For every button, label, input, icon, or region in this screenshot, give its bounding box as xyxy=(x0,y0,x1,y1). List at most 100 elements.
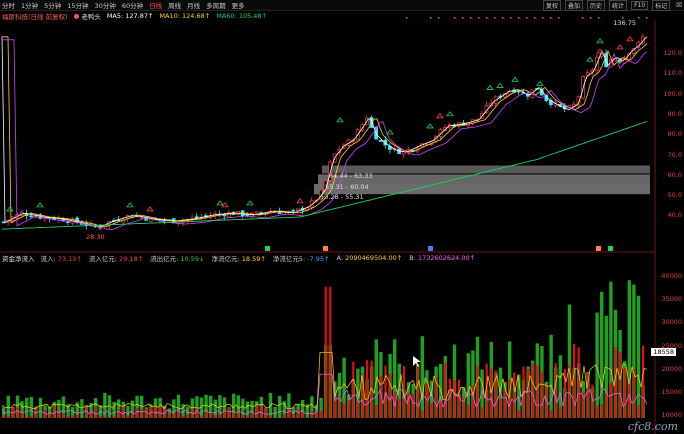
inflow-bar xyxy=(117,409,120,418)
inflow-bar xyxy=(2,415,5,418)
signal-dot xyxy=(582,17,584,19)
inflow-bar xyxy=(375,404,378,418)
indicator-field-0: 流入: 73.13↑ xyxy=(41,253,82,263)
buy-signal-icon xyxy=(426,123,434,129)
inflow-bar xyxy=(283,414,286,418)
inflow-bar xyxy=(453,380,456,418)
indicator-field-4: 净流亿元5: -7.95↑ xyxy=(273,253,330,263)
zone-label-2: 55.31 - 60.04 xyxy=(325,183,369,191)
volume-tick: 20000 xyxy=(661,364,682,373)
event-marker-icon xyxy=(608,246,613,251)
inflow-bar xyxy=(186,414,189,418)
indicator-field-key: 流入: xyxy=(40,255,56,263)
indicator-field-5: A: 2090469504.00↑ xyxy=(336,254,402,262)
outflow-bar xyxy=(38,397,43,418)
inflow-bar xyxy=(292,413,295,418)
inflow-bar xyxy=(71,415,74,418)
volume-tick: 10000 xyxy=(661,411,682,420)
event-marker-icon xyxy=(428,246,433,251)
signal-dot xyxy=(558,17,560,19)
signal-dot xyxy=(454,17,456,19)
inflow-bar xyxy=(90,412,93,418)
inflow-bar xyxy=(228,408,231,418)
price-tick: 70.0 xyxy=(667,150,682,159)
inflow-bar xyxy=(7,416,10,418)
high-price-label: 136.75 xyxy=(613,19,636,27)
inflow-bar xyxy=(389,373,392,418)
inflow-bar xyxy=(209,412,212,418)
inflow-bar xyxy=(94,406,97,418)
inflow-bar xyxy=(481,407,484,418)
inflow-bar xyxy=(241,414,244,418)
inflow-bar xyxy=(536,365,539,418)
inflow-bar xyxy=(264,407,267,418)
inflow-bar xyxy=(218,414,221,418)
inflow-bar xyxy=(499,398,502,418)
signal-dot xyxy=(646,17,648,19)
buy-signal-icon xyxy=(486,84,494,90)
inflow-bar xyxy=(504,388,507,418)
candle-body xyxy=(378,140,383,142)
inflow-bar xyxy=(251,412,254,418)
inflow-bar xyxy=(623,368,626,418)
inflow-bar xyxy=(126,415,129,418)
price-tick: 40.0 xyxy=(667,211,682,220)
indicator-field-key: 净流亿元5: xyxy=(272,255,306,263)
indicator-field-value: 1732602624.00↑ xyxy=(415,254,476,262)
buy-signal-icon xyxy=(216,200,224,206)
price-tick: 60.0 xyxy=(667,170,682,179)
signal-dot xyxy=(542,17,544,19)
inflow-bar xyxy=(301,411,304,418)
indicator-field-6: B: 1732602624.00↑ xyxy=(409,254,475,262)
inflow-bar xyxy=(412,393,415,418)
inflow-bar xyxy=(306,417,309,418)
inflow-bar xyxy=(30,415,33,418)
buy-signal-icon xyxy=(446,111,454,117)
inflow-bar xyxy=(600,403,603,418)
inflow-bar xyxy=(559,406,562,418)
inflow-bar xyxy=(416,364,419,418)
volume-tick: 40000 xyxy=(661,272,682,280)
signal-dot xyxy=(526,17,528,19)
sell-signal-icon xyxy=(626,36,634,42)
inflow-bar xyxy=(605,393,608,418)
buy-signal-icon xyxy=(246,200,254,206)
inflow-bar xyxy=(246,415,249,418)
outflow-bar xyxy=(6,395,10,418)
inflow-bar xyxy=(168,413,171,418)
outflow-bar xyxy=(278,395,282,418)
event-marker-icon xyxy=(596,246,601,251)
indicator-name: 资金净流入 xyxy=(2,255,35,263)
buy-signal-icon xyxy=(126,202,134,208)
candle-body xyxy=(29,215,33,218)
inflow-bar xyxy=(320,411,323,418)
candle-body xyxy=(1,221,6,224)
signal-dot xyxy=(510,17,512,19)
current-value-badge: 18558 xyxy=(651,348,676,356)
zone-label-1: 64.44 - 63.33 xyxy=(329,172,373,180)
inflow-bar xyxy=(384,365,387,418)
inflow-bar xyxy=(140,409,143,418)
inflow-bar xyxy=(577,347,580,418)
inflow-bar xyxy=(550,409,553,418)
inflow-bar xyxy=(154,405,157,418)
signal-dot xyxy=(638,17,640,19)
inflow-bar xyxy=(310,411,313,418)
candle-body xyxy=(296,208,300,211)
inflow-bar xyxy=(458,379,461,418)
inflow-bar xyxy=(136,408,139,418)
inflow-bar xyxy=(182,416,185,418)
outflow-bar xyxy=(636,295,641,418)
inflow-bar xyxy=(214,415,217,418)
watermark: cfc8.com xyxy=(627,420,678,433)
signal-dot xyxy=(406,17,408,19)
signal-dot xyxy=(470,17,472,19)
inflow-bar xyxy=(347,399,350,418)
signal-dot xyxy=(462,17,464,19)
indicator-field-value: 29.18↑ xyxy=(117,255,144,263)
inflow-bar xyxy=(108,417,111,418)
inflow-bar xyxy=(540,371,543,418)
inflow-bar xyxy=(352,361,355,418)
kline-chart[interactable] xyxy=(0,0,684,434)
event-marker-icon xyxy=(323,246,328,251)
